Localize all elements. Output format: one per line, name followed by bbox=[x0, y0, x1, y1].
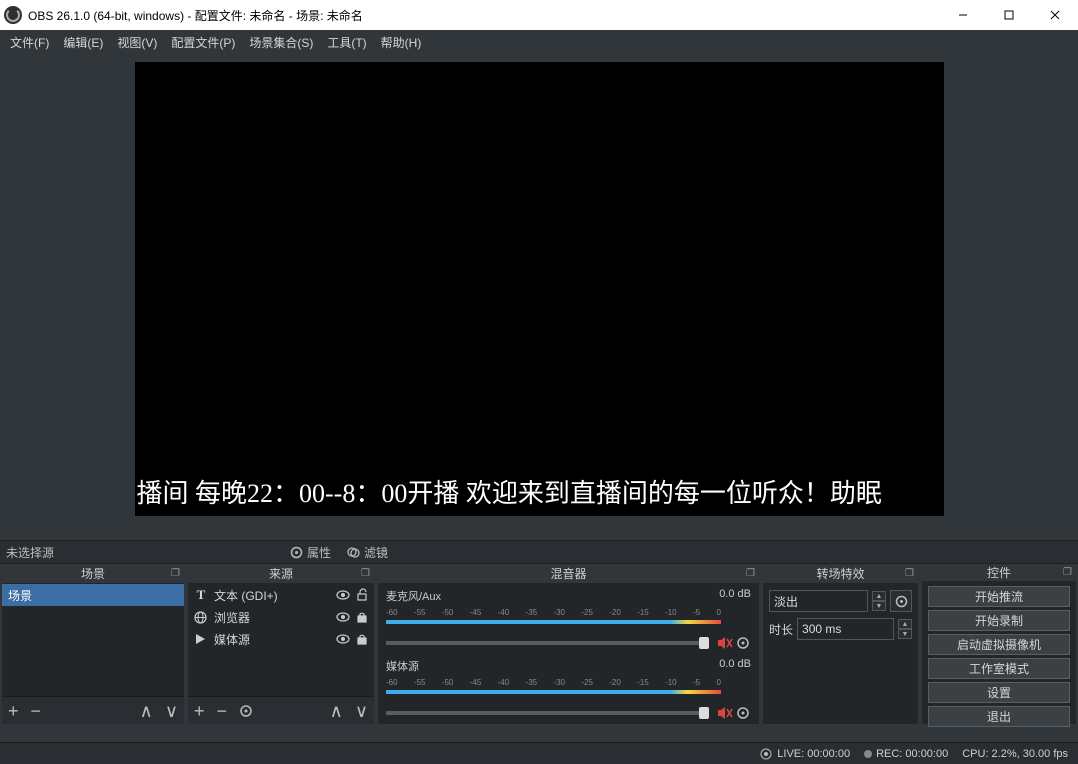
preview-canvas[interactable]: 播间 每晚22：00--8：00开播 欢迎来到直播间的每一位听众！助眠 bbox=[135, 62, 944, 516]
play-icon bbox=[194, 633, 208, 645]
minimize-button[interactable] bbox=[940, 0, 986, 30]
rec-dot-icon bbox=[864, 750, 872, 758]
transition-props-button[interactable] bbox=[890, 590, 912, 612]
control-button[interactable]: 开始推流 bbox=[928, 586, 1070, 607]
panel-transitions: 转场特效 ❐ 淡出 ▲ ▼ 时长 300 ms ▲ ▼ bbox=[763, 564, 918, 724]
panel-title: 转场特效 bbox=[816, 565, 864, 582]
visibility-toggle[interactable] bbox=[336, 632, 350, 646]
no-source-label: 未选择源 bbox=[6, 544, 54, 561]
undock-icon[interactable]: ❐ bbox=[905, 568, 914, 579]
duration-label: 时长 bbox=[769, 621, 793, 638]
menu-file[interactable]: 文件(F) bbox=[4, 32, 55, 53]
maximize-button[interactable] bbox=[986, 0, 1032, 30]
source-properties-button[interactable] bbox=[239, 704, 253, 718]
panel-scenes: 场景 ❐ 场景 + − ∧ ∨ bbox=[2, 564, 184, 724]
menu-tools[interactable]: 工具(T) bbox=[321, 32, 372, 53]
transition-down-button[interactable]: ▼ bbox=[872, 601, 886, 611]
menu-profile[interactable]: 配置文件(P) bbox=[165, 32, 241, 53]
source-item[interactable]: 浏览器 bbox=[188, 606, 374, 628]
menu-view[interactable]: 视图(V) bbox=[111, 32, 163, 53]
duration-up-button[interactable]: ▲ bbox=[898, 619, 912, 629]
undock-icon[interactable]: ❐ bbox=[171, 568, 180, 579]
live-status: LIVE: 00:00:00 bbox=[759, 747, 850, 761]
visibility-toggle[interactable] bbox=[336, 610, 350, 624]
panel-sources: 来源 ❐ T 文本 (GDI+) 浏览器 媒体源 bbox=[188, 564, 374, 724]
app-logo-icon bbox=[4, 6, 22, 24]
menu-help[interactable]: 帮助(H) bbox=[375, 32, 428, 53]
mixer-track-db: 0.0 dB bbox=[719, 588, 751, 604]
control-button[interactable]: 工作室模式 bbox=[928, 658, 1070, 679]
cpu-status: CPU: 2.2%, 30.00 fps bbox=[962, 748, 1068, 760]
undock-icon[interactable]: ❐ bbox=[746, 568, 755, 579]
transition-select[interactable]: 淡出 bbox=[769, 590, 868, 612]
mixer-track: 麦克风/Aux0.0 dB-60-55-50-45-40-35-30-25-20… bbox=[378, 584, 759, 654]
menubar: 文件(F) 编辑(E) 视图(V) 配置文件(P) 场景集合(S) 工具(T) … bbox=[0, 30, 1078, 54]
titlebar: OBS 26.1.0 (64-bit, windows) - 配置文件: 未命名… bbox=[0, 0, 1078, 30]
control-button[interactable]: 开始录制 bbox=[928, 610, 1070, 631]
scene-down-button[interactable]: ∨ bbox=[165, 702, 178, 720]
mixer-track: 媒体源0.0 dB-60-55-50-45-40-35-30-25-20-15-… bbox=[378, 654, 759, 724]
panel-title: 混音器 bbox=[550, 565, 586, 582]
control-button[interactable]: 设置 bbox=[928, 682, 1070, 703]
panel-mixer: 混音器❐ 麦克风/Aux0.0 dB-60-55-50-45-40-35-30-… bbox=[378, 564, 759, 724]
mute-button[interactable] bbox=[717, 635, 733, 651]
remove-scene-button[interactable]: − bbox=[31, 702, 42, 720]
broadcast-icon bbox=[759, 747, 773, 761]
mixer-settings-button[interactable] bbox=[735, 635, 751, 651]
source-item[interactable]: T 文本 (GDI+) bbox=[188, 584, 374, 606]
close-button[interactable] bbox=[1032, 0, 1078, 30]
menu-edit[interactable]: 编辑(E) bbox=[57, 32, 109, 53]
menu-scene-collection[interactable]: 场景集合(S) bbox=[243, 32, 319, 53]
filter-icon bbox=[347, 546, 360, 559]
panel-title: 场景 bbox=[81, 565, 105, 582]
preview-area: 播间 每晚22：00--8：00开播 欢迎来到直播间的每一位听众！助眠 bbox=[0, 54, 1078, 540]
mixer-track-db: 0.0 dB bbox=[719, 658, 751, 674]
text-icon: T bbox=[194, 587, 208, 603]
panel-controls: 控件 ❐ 开始推流开始录制启动虚拟摄像机工作室模式设置退出 bbox=[922, 564, 1076, 724]
panel-title: 来源 bbox=[269, 565, 293, 582]
lock-toggle[interactable] bbox=[356, 588, 368, 602]
undock-icon[interactable]: ❐ bbox=[1063, 567, 1072, 578]
scene-up-button[interactable]: ∧ bbox=[140, 702, 153, 720]
mixer-track-name: 媒体源 bbox=[386, 658, 419, 674]
window-title: OBS 26.1.0 (64-bit, windows) - 配置文件: 未命名… bbox=[28, 7, 363, 24]
globe-icon bbox=[194, 611, 208, 624]
add-scene-button[interactable]: + bbox=[8, 702, 19, 720]
scenes-toolbar: + − ∧ ∨ bbox=[2, 696, 184, 724]
volume-slider[interactable] bbox=[386, 641, 709, 645]
duration-input[interactable]: 300 ms bbox=[797, 618, 894, 640]
control-button[interactable]: 退出 bbox=[928, 706, 1070, 727]
source-down-button[interactable]: ∨ bbox=[355, 702, 368, 720]
statusbar: LIVE: 00:00:00 REC: 00:00:00 CPU: 2.2%, … bbox=[0, 742, 1078, 764]
source-up-button[interactable]: ∧ bbox=[330, 702, 343, 720]
rec-status: REC: 00:00:00 bbox=[864, 748, 948, 760]
mixer-track-name: 麦克风/Aux bbox=[386, 588, 441, 604]
context-toolbar: 未选择源 属性 滤镜 bbox=[0, 540, 1078, 564]
gear-icon bbox=[290, 546, 303, 559]
transition-up-button[interactable]: ▲ bbox=[872, 591, 886, 601]
undock-icon[interactable]: ❐ bbox=[361, 568, 370, 579]
mute-button[interactable] bbox=[717, 705, 733, 721]
add-source-button[interactable]: + bbox=[194, 702, 205, 720]
volume-slider[interactable] bbox=[386, 711, 709, 715]
panel-title: 控件 bbox=[987, 564, 1011, 581]
lock-toggle[interactable] bbox=[356, 610, 368, 624]
overlay-text: 播间 每晚22：00--8：00开播 欢迎来到直播间的每一位听众！助眠 bbox=[137, 473, 944, 510]
lock-toggle[interactable] bbox=[356, 632, 368, 646]
filters-button[interactable]: 滤镜 bbox=[341, 542, 394, 563]
scene-item[interactable]: 场景 bbox=[2, 584, 184, 606]
remove-source-button[interactable]: − bbox=[217, 702, 228, 720]
sources-toolbar: + − ∧ ∨ bbox=[188, 696, 374, 724]
source-item[interactable]: 媒体源 bbox=[188, 628, 374, 650]
control-button[interactable]: 启动虚拟摄像机 bbox=[928, 634, 1070, 655]
mixer-settings-button[interactable] bbox=[735, 705, 751, 721]
duration-down-button[interactable]: ▼ bbox=[898, 629, 912, 639]
visibility-toggle[interactable] bbox=[336, 588, 350, 602]
properties-button[interactable]: 属性 bbox=[284, 542, 337, 563]
